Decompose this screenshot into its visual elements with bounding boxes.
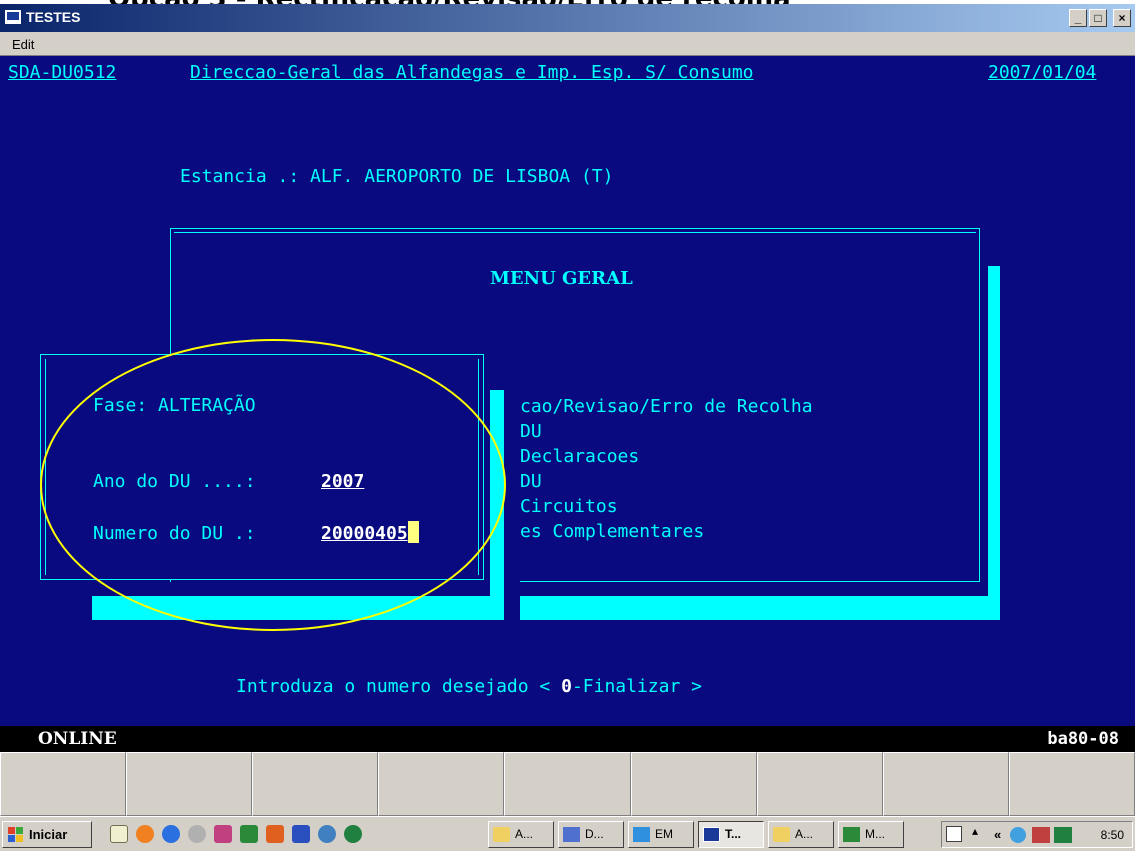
- window-title: TESTES: [26, 9, 81, 25]
- function-key[interactable]: [1008, 752, 1135, 816]
- prompt-line: Introduza o numero desejado < 0-Finaliza…: [236, 676, 702, 697]
- taskbar-button-label: D...: [585, 827, 604, 841]
- function-key[interactable]: [504, 752, 631, 816]
- terminal-app-icon[interactable]: [4, 9, 22, 25]
- window-controls: _ □ ×: [1069, 9, 1131, 27]
- menu-item-1: cao/Revisao/Erro de Recolha: [520, 396, 813, 417]
- terminal-screen[interactable]: SDA-DU0512 Direccao-Geral das Alfandegas…: [0, 56, 1135, 726]
- window-title-bar[interactable]: TESTES _ □ ×: [0, 4, 1135, 32]
- app-icon[interactable]: [318, 825, 336, 843]
- menu-edit[interactable]: Edit: [12, 37, 34, 52]
- menu-item-3: Declaracoes: [520, 446, 640, 467]
- status-online: ONLINE: [38, 729, 117, 749]
- start-button[interactable]: Iniciar: [2, 821, 92, 848]
- taskbar: Iniciar A... D... EM T... A... M... ▴ «: [0, 816, 1135, 851]
- menu-item-5: Circuitos: [520, 496, 618, 517]
- taskbar-button-label: EM: [655, 827, 673, 841]
- taskbar-button-label: A...: [795, 827, 814, 841]
- taskbar-button-folder-1[interactable]: A...: [488, 821, 554, 848]
- taskbar-button-label: T...: [725, 827, 742, 841]
- menu-bar: Edit: [0, 32, 1135, 56]
- maximize-button[interactable]: □: [1089, 9, 1107, 27]
- prompt-suffix: -Finalizar >: [571, 676, 702, 697]
- prompt-prefix: Introduza o numero desejado <: [236, 676, 562, 697]
- function-key[interactable]: [630, 752, 757, 816]
- menu-shadow-right: [988, 266, 1000, 606]
- network-icon: [633, 827, 650, 842]
- minimize-button[interactable]: _: [1069, 9, 1087, 27]
- folder-icon: [493, 827, 510, 842]
- function-keys-row: [0, 752, 1135, 816]
- status-host: ba80-08: [1047, 729, 1119, 749]
- menu-item-4: DU: [520, 471, 542, 492]
- function-key[interactable]: [126, 752, 253, 816]
- terminal-icon: [703, 827, 720, 842]
- taskbar-button-excel[interactable]: M...: [838, 821, 904, 848]
- taskbar-clock[interactable]: 8:50: [1101, 828, 1124, 842]
- taskbar-button-folder-2[interactable]: A...: [768, 821, 834, 848]
- function-key[interactable]: [756, 752, 883, 816]
- menu-item-2: DU: [520, 421, 542, 442]
- estancia-line: Estancia .: ALF. AEROPORTO DE LISBOA (T): [180, 166, 614, 187]
- word-doc-icon: [563, 827, 580, 842]
- prompt-key: 0: [561, 676, 572, 697]
- close-button[interactable]: ×: [1113, 9, 1131, 27]
- function-key[interactable]: [882, 752, 1009, 816]
- satellite-icon[interactable]: [188, 825, 206, 843]
- powerpoint-icon[interactable]: [214, 825, 232, 843]
- media-player-icon[interactable]: [344, 825, 362, 843]
- status-line: ONLINE ba80-08: [0, 726, 1135, 752]
- clock-icon[interactable]: [136, 825, 154, 843]
- system-tray: ▴ « 8:50: [941, 821, 1133, 848]
- help-icon[interactable]: [946, 826, 962, 842]
- internet-explorer-icon[interactable]: [162, 825, 180, 843]
- organization-name: Direccao-Geral das Alfandegas e Imp. Esp…: [190, 62, 754, 83]
- taskbar-button-em[interactable]: EM: [628, 821, 694, 848]
- taskbar-button-label: A...: [515, 827, 534, 841]
- program-id: SDA-DU0512: [8, 62, 117, 83]
- menu-item-6: es Complementares: [520, 521, 705, 542]
- system-date: 2007/01/04: [988, 62, 1097, 83]
- antivirus-tray-icon[interactable]: [1054, 827, 1072, 843]
- word-icon[interactable]: [292, 825, 310, 843]
- function-key[interactable]: [252, 752, 379, 816]
- tray-toggle-icon[interactable]: ▴: [972, 824, 978, 838]
- taskbar-button-testes[interactable]: T...: [698, 821, 764, 848]
- start-label: Iniciar: [29, 827, 68, 842]
- language-tray-icon[interactable]: [1032, 827, 1050, 843]
- menu-shadow-bottom: [520, 596, 1000, 620]
- function-key[interactable]: [0, 752, 127, 816]
- taskbar-button-label: M...: [865, 827, 885, 841]
- folder-icon: [773, 827, 790, 842]
- notepad-icon[interactable]: [110, 825, 128, 843]
- menu-frame-inner-top: [174, 232, 976, 233]
- excel-icon: [843, 827, 860, 842]
- function-key[interactable]: [378, 752, 505, 816]
- network-tray-icon[interactable]: [1010, 827, 1026, 843]
- outlook-icon[interactable]: [266, 825, 284, 843]
- menu-frame-bottom: [520, 581, 980, 582]
- highlight-ellipse: [40, 339, 506, 631]
- tray-chevron-icon[interactable]: «: [994, 827, 1001, 842]
- windows-flag-icon: [8, 827, 24, 842]
- taskbar-button-word-doc[interactable]: D...: [558, 821, 624, 848]
- menu-title: MENU GERAL: [490, 268, 633, 289]
- excel-icon[interactable]: [240, 825, 258, 843]
